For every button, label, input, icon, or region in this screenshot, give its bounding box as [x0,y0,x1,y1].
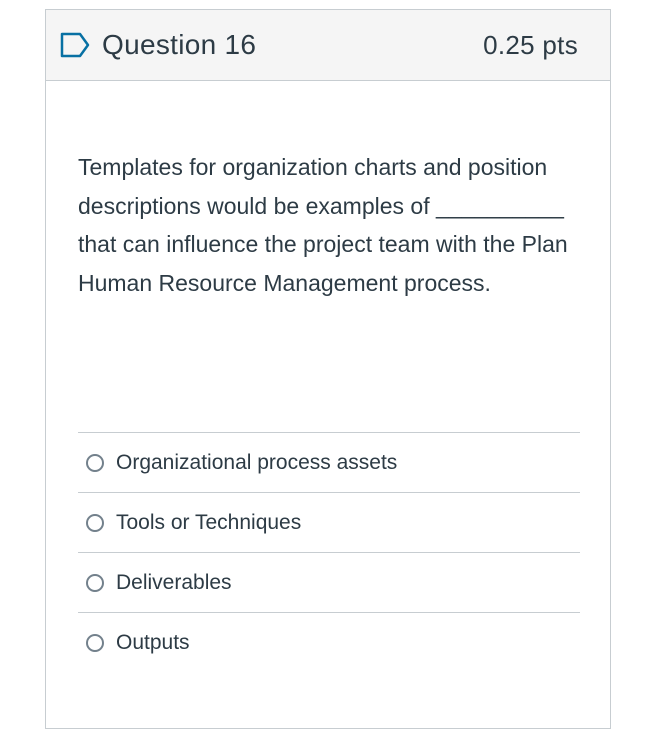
question-header: Question 16 0.25 pts [46,10,610,81]
answer-label: Organizational process assets [116,450,398,474]
answer-option[interactable]: Outputs [78,612,580,672]
answer-option[interactable]: Tools or Techniques [78,492,580,552]
answer-option[interactable]: Deliverables [78,552,580,612]
question-card: Question 16 0.25 pts Templates for organ… [45,9,611,729]
question-points: 0.25 pts [483,29,578,60]
question-text: Templates for organization charts and po… [78,154,568,296]
answer-label: Outputs [116,630,190,654]
radio-button[interactable] [86,573,104,592]
radio-button[interactable] [86,453,104,472]
radio-button[interactable] [86,513,104,532]
bookmark-flag-icon[interactable] [60,31,92,59]
radio-button[interactable] [86,633,104,652]
answer-list: Organizational process assets Tools or T… [78,432,580,672]
answer-label: Deliverables [116,570,232,594]
answer-option[interactable]: Organizational process assets [78,432,580,492]
question-title: Question 16 [102,29,257,60]
answer-label: Tools or Techniques [116,510,302,534]
